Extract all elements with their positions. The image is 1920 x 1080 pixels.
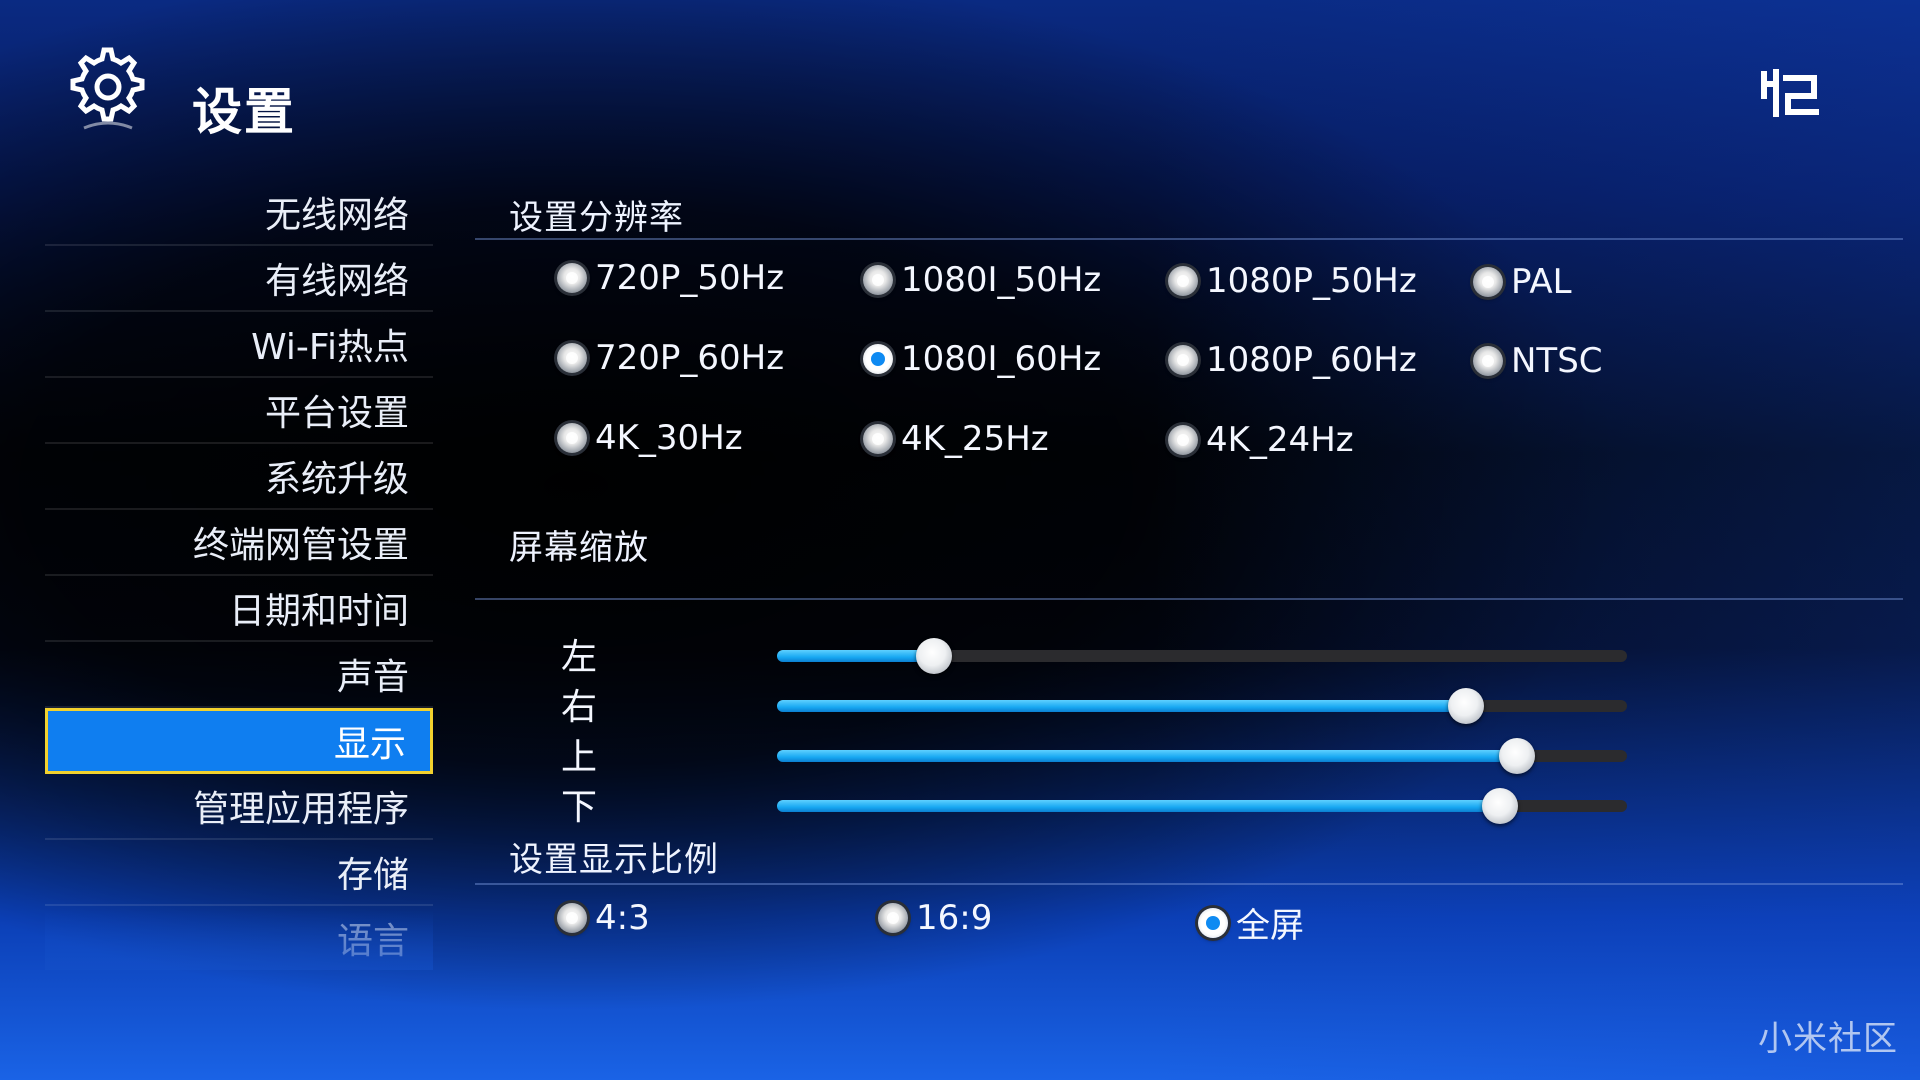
- radio-label: PAL: [1511, 262, 1572, 302]
- sidebar-item-wireless-network[interactable]: 无线网络: [45, 180, 433, 246]
- divider: [475, 238, 1903, 240]
- radio-label: 4K_24Hz: [1206, 420, 1354, 460]
- radio-720p-50hz[interactable]: 720P_50Hz: [557, 258, 784, 298]
- slider-fill: [777, 750, 1517, 762]
- slider-label: 右: [561, 687, 598, 728]
- resolution-section-title: 设置分辨率: [509, 198, 684, 238]
- radio-label: 1080P_60Hz: [1206, 340, 1417, 380]
- slider-track[interactable]: [777, 788, 1627, 824]
- back-icon[interactable]: [1758, 66, 1822, 122]
- sidebar-item-label: 系统升级: [264, 459, 409, 500]
- sidebar-item-system-upgrade[interactable]: 系统升级: [45, 444, 433, 510]
- sidebar-item-display[interactable]: 显示: [45, 708, 433, 774]
- radio-label: NTSC: [1511, 341, 1603, 381]
- slider-label: 左: [561, 637, 598, 678]
- radio-1080i-60hz[interactable]: 1080I_60Hz: [863, 339, 1101, 379]
- radio-aspect-4-3[interactable]: 4:3: [557, 898, 650, 938]
- radio-4k-25hz[interactable]: 4K_25Hz: [863, 419, 1049, 459]
- radio-button-icon: [557, 423, 587, 453]
- slider-knob[interactable]: [1447, 688, 1484, 724]
- sidebar-item-manage-apps[interactable]: 管理应用程序: [45, 774, 433, 840]
- zoom-section-title: 屏幕缩放: [509, 528, 649, 568]
- radio-4k-30hz[interactable]: 4K_30Hz: [557, 418, 743, 458]
- radio-pal[interactable]: PAL: [1473, 262, 1572, 302]
- slider-right: 右: [475, 678, 1903, 728]
- radio-label: 全屏: [1236, 906, 1304, 946]
- radio-label: 1080I_60Hz: [901, 339, 1102, 379]
- sidebar-item-label: 管理应用程序: [192, 789, 409, 830]
- radio-label: 720P_50Hz: [595, 258, 785, 298]
- sidebar-item-label: 存储: [336, 855, 409, 896]
- radio-label: 16:9: [916, 898, 993, 938]
- radio-button-icon: [1168, 425, 1198, 455]
- slider-track[interactable]: [777, 638, 1627, 674]
- slider-track[interactable]: [777, 688, 1627, 724]
- radio-button-icon: [1473, 346, 1503, 376]
- slider-top: 上: [475, 728, 1903, 778]
- slider-bottom: 下: [475, 778, 1903, 828]
- slider-left: 左: [475, 628, 1903, 678]
- slider-fill: [777, 800, 1500, 812]
- sidebar: 无线网络 有线网络 Wi-Fi热点 平台设置 系统升级 终端网管设置 日期和时间…: [45, 180, 433, 970]
- sidebar-item-wired-network[interactable]: 有线网络: [45, 246, 433, 312]
- radio-button-icon: [863, 265, 893, 295]
- radio-label: 1080P_50Hz: [1206, 261, 1417, 301]
- radio-button-icon: [557, 263, 587, 293]
- radio-button-icon: [1473, 267, 1503, 297]
- sidebar-item-sound[interactable]: 声音: [45, 642, 433, 708]
- sidebar-item-label: 无线网络: [264, 195, 409, 236]
- sidebar-item-terminal-management[interactable]: 终端网管设置: [45, 510, 433, 576]
- radio-label: 4K_25Hz: [901, 419, 1049, 459]
- radio-720p-60hz[interactable]: 720P_60Hz: [557, 338, 784, 378]
- page-title: 设置: [192, 83, 296, 141]
- sidebar-item-label: 语言: [336, 921, 409, 962]
- gear-icon: [70, 47, 145, 130]
- radio-button-icon: [863, 424, 893, 454]
- sidebar-item-label: 日期和时间: [228, 591, 409, 632]
- sidebar-item-label: Wi-Fi热点: [251, 327, 409, 368]
- sidebar-item-label: 平台设置: [264, 393, 409, 434]
- display-settings-panel: 设置分辨率 720P_50Hz 1080I_50Hz 1080P_50Hz PA…: [475, 180, 1903, 1080]
- slider-fill: [777, 700, 1466, 712]
- radio-aspect-16-9[interactable]: 16:9: [878, 898, 992, 938]
- sidebar-item-label: 有线网络: [264, 261, 409, 302]
- sidebar-item-date-time[interactable]: 日期和时间: [45, 576, 433, 642]
- radio-1080i-50hz[interactable]: 1080I_50Hz: [863, 260, 1101, 300]
- sidebar-item-language[interactable]: 语言: [45, 906, 433, 970]
- radio-label: 720P_60Hz: [595, 338, 785, 378]
- radio-button-icon: [1168, 345, 1198, 375]
- radio-label: 4K_30Hz: [595, 418, 743, 458]
- slider-label: 上: [561, 737, 598, 778]
- slider-track[interactable]: [777, 738, 1627, 774]
- slider-fill: [777, 650, 935, 662]
- watermark: 小米社区: [1758, 1019, 1898, 1059]
- divider: [475, 883, 1903, 885]
- radio-label: 1080I_50Hz: [901, 260, 1102, 300]
- radio-aspect-fullscreen[interactable]: 全屏: [1198, 898, 1304, 947]
- sidebar-item-label: 显示: [333, 724, 406, 765]
- sidebar-item-storage[interactable]: 存储: [45, 840, 433, 906]
- header: 设置: [0, 0, 1920, 160]
- radio-1080p-50hz[interactable]: 1080P_50Hz: [1168, 261, 1417, 301]
- radio-1080p-60hz[interactable]: 1080P_60Hz: [1168, 340, 1417, 380]
- radio-button-icon: [863, 344, 893, 374]
- aspect-section-title: 设置显示比例: [509, 840, 719, 880]
- radio-ntsc[interactable]: NTSC: [1473, 341, 1603, 381]
- sidebar-item-wifi-hotspot[interactable]: Wi-Fi热点: [45, 312, 433, 378]
- radio-button-icon: [557, 903, 587, 933]
- radio-label: 4:3: [595, 898, 650, 938]
- slider-knob[interactable]: [916, 638, 953, 674]
- radio-button-icon: [557, 343, 587, 373]
- sidebar-item-platform-settings[interactable]: 平台设置: [45, 378, 433, 444]
- radio-button-icon: [878, 903, 908, 933]
- radio-button-icon: [1168, 266, 1198, 296]
- slider-knob[interactable]: [1498, 738, 1535, 774]
- radio-4k-24hz[interactable]: 4K_24Hz: [1168, 420, 1354, 460]
- slider-label: 下: [561, 787, 598, 828]
- divider: [475, 598, 1903, 600]
- sidebar-item-label: 声音: [336, 657, 409, 698]
- slider-knob[interactable]: [1481, 788, 1518, 824]
- radio-button-icon: [1198, 907, 1228, 938]
- sidebar-item-label: 终端网管设置: [192, 525, 409, 566]
